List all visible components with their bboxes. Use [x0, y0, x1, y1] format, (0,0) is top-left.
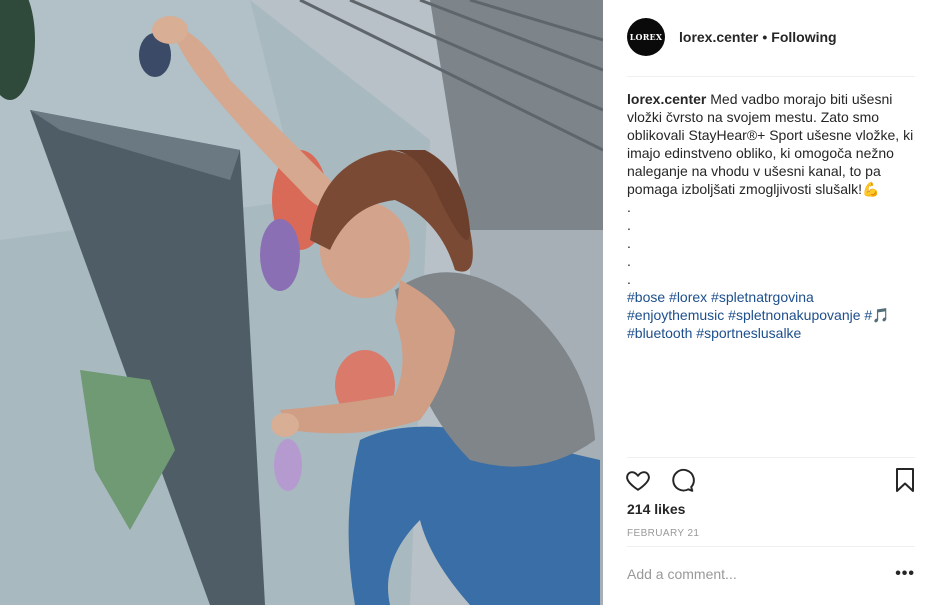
comment-row: ••• — [627, 558, 915, 590]
caption-dot: . — [627, 235, 631, 251]
avatar[interactable]: LOREX — [627, 18, 665, 56]
post-caption: lorex.center Med vadbo morajo biti ušesn… — [627, 90, 917, 342]
comment-bubble-icon[interactable] — [669, 467, 695, 498]
hashtag-line[interactable]: #bose #lorex #spletnatrgovina — [627, 288, 917, 306]
bookmark-icon[interactable] — [893, 467, 917, 498]
avatar-logo-text: LOREX — [629, 32, 663, 42]
post-photo[interactable] — [0, 0, 603, 605]
more-options-icon[interactable]: ••• — [895, 565, 915, 583]
actions-divider — [627, 457, 915, 458]
comment-input[interactable] — [627, 566, 867, 582]
caption-dot: . — [627, 271, 631, 287]
post-details-panel: LOREX lorex.center • Following lorex.cen… — [603, 0, 939, 605]
following-button[interactable]: Following — [771, 29, 836, 45]
comment-divider — [627, 546, 915, 547]
caption-dot: . — [627, 199, 631, 215]
post-header: LOREX lorex.center • Following — [627, 18, 915, 76]
hashtag-line[interactable]: #enjoythemusic #spletnonakupovanje #🎵 — [627, 306, 917, 324]
header-text: lorex.center • Following — [679, 29, 837, 45]
caption-dot: . — [627, 253, 631, 269]
caption-username-link[interactable]: lorex.center — [627, 91, 706, 107]
header-separator: • — [762, 29, 768, 45]
action-bar — [625, 467, 917, 495]
hashtag-line[interactable]: #bluetooth #sportneslusalke — [627, 324, 917, 342]
likes-count[interactable]: 214 likes — [627, 501, 685, 517]
username-link[interactable]: lorex.center — [679, 29, 758, 45]
climbing-photo-illustration — [0, 0, 603, 605]
post-date: FEBRUARY 21 — [627, 528, 700, 539]
caption-dots: . . . . . — [627, 198, 917, 288]
hashtags: #bose #lorex #spletnatrgovina #enjoythem… — [627, 288, 917, 342]
heart-icon[interactable] — [625, 467, 651, 498]
caption-dot: . — [627, 217, 631, 233]
header-divider — [627, 76, 915, 77]
